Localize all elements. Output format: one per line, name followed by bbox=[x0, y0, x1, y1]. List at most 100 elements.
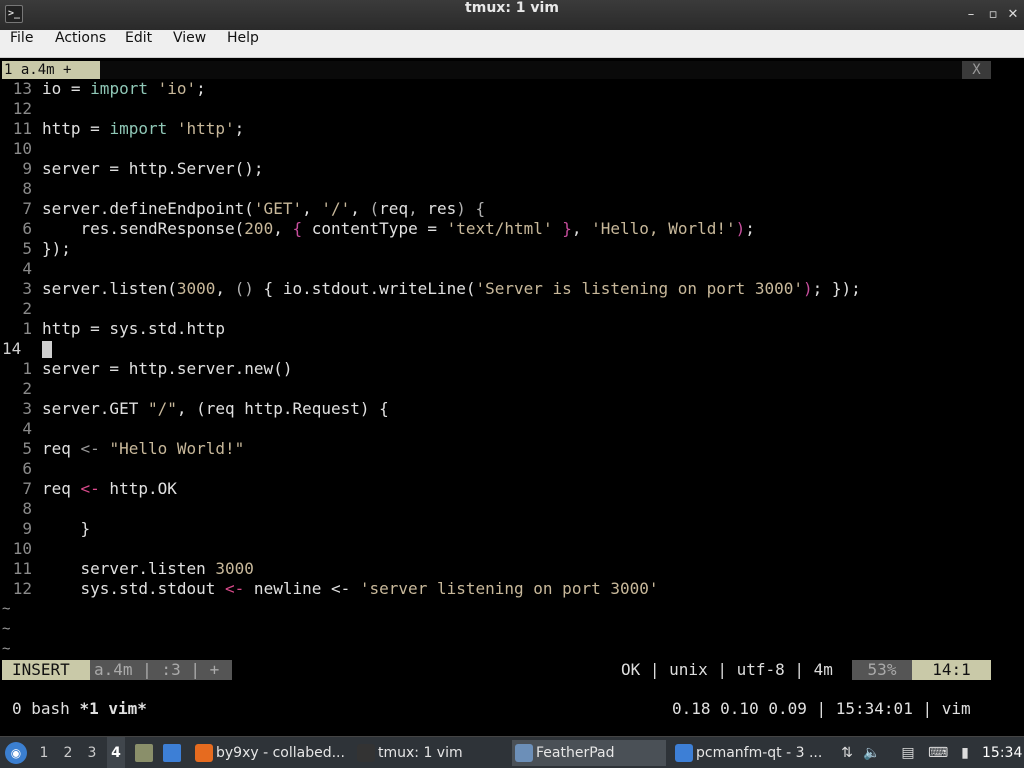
volume-icon[interactable]: 🔈 bbox=[863, 744, 881, 762]
menu-view[interactable]: View bbox=[173, 30, 206, 46]
code-line[interactable]: 12 bbox=[0, 99, 1000, 119]
text-cursor bbox=[42, 341, 52, 358]
code-line[interactable]: 13 io = import 'io'; bbox=[0, 79, 1000, 99]
taskbar-task[interactable]: tmux: 1 vim bbox=[354, 740, 504, 766]
code-line[interactable]: 10 bbox=[0, 539, 1000, 559]
code-text: } bbox=[42, 519, 91, 538]
vim-tab-close-button[interactable]: X bbox=[962, 61, 991, 79]
code-text: server.listen 3000 bbox=[42, 559, 254, 578]
empty-line-marker: ~ bbox=[2, 641, 11, 657]
code-line-current[interactable]: 14 bbox=[0, 339, 1000, 359]
code-line[interactable]: 4 bbox=[0, 419, 1000, 439]
tmux-window-list[interactable]: 0 bash *1 vim* bbox=[12, 699, 147, 719]
vim-mode-indicator: INSERT bbox=[2, 660, 90, 680]
taskbar: ◉ 1 2 3 4 by9xy - collabed... tmux: 1 vim… bbox=[0, 736, 1024, 768]
code-line[interactable]: 1 http = sys.std.http bbox=[0, 319, 1000, 339]
code-line[interactable]: 7 req <- http.OK bbox=[0, 479, 1000, 499]
taskbar-task-label: by9xy - collabed... bbox=[216, 745, 345, 761]
code-line[interactable]: 2 bbox=[0, 379, 1000, 399]
code-text: }); bbox=[42, 239, 71, 258]
show-desktop-icon[interactable] bbox=[163, 744, 181, 762]
code-line[interactable]: 5}); bbox=[0, 239, 1000, 259]
line-number: 2 bbox=[22, 379, 32, 398]
line-number: 7 bbox=[22, 479, 32, 498]
folder-icon bbox=[675, 744, 693, 762]
vim-tab-active[interactable]: 1 a.4m + bbox=[2, 61, 100, 79]
code-text: server.defineEndpoint('GET', '/', (req, … bbox=[42, 199, 486, 218]
close-icon: ✕ bbox=[1007, 7, 1019, 22]
vim-scroll-percent: 53% bbox=[852, 660, 912, 680]
line-number: 3 bbox=[22, 279, 32, 298]
code-text: server = http.Server(); bbox=[42, 159, 264, 178]
code-line[interactable]: 8 bbox=[0, 179, 1000, 199]
code-line[interactable]: 5 req <- "Hello World!" bbox=[0, 439, 1000, 459]
code-line[interactable]: 10 bbox=[0, 139, 1000, 159]
code-line[interactable]: 8 bbox=[0, 499, 1000, 519]
vim-statusline: INSERT a.4m | :3 | + OK | unix | utf-8 |… bbox=[0, 660, 1024, 680]
line-number: 1 bbox=[22, 319, 32, 338]
close-window-button[interactable]: ✕ bbox=[1004, 6, 1022, 24]
code-line[interactable]: 3 server.GET "/", (req http.Request) { bbox=[0, 399, 1000, 419]
menu-help[interactable]: Help bbox=[227, 30, 259, 46]
file-manager-launcher-icon[interactable] bbox=[135, 744, 153, 762]
vim-cursor-position: 14:1 bbox=[912, 660, 991, 680]
tmux-window-vim-active[interactable]: *1 vim* bbox=[79, 699, 146, 718]
workspace-3[interactable]: 3 bbox=[83, 737, 101, 768]
code-text: server.GET "/", (req http.Request) { bbox=[42, 399, 389, 418]
window-titlebar[interactable]: >_ tmux: 1 vim – ▫ ✕ bbox=[0, 0, 1024, 30]
terminal-area[interactable]: 1 a.4m + X 13 io = import 'io'; 12 11 http =… bbox=[0, 59, 1024, 736]
taskbar-task[interactable]: pcmanfm-qt - 3 ... bbox=[672, 740, 827, 766]
tray-app-icon[interactable]: ▮ bbox=[956, 744, 974, 762]
tmux-window-bash[interactable]: 0 bash bbox=[12, 699, 79, 718]
line-number: 10 bbox=[12, 539, 32, 558]
line-number: 12 bbox=[12, 99, 32, 118]
clock[interactable]: 15:34 bbox=[982, 737, 1022, 768]
menubar: File Actions Edit View Help bbox=[0, 30, 1024, 58]
workspace-1[interactable]: 1 bbox=[35, 737, 53, 768]
code-text: sys.std.stdout <- newline <- 'server lis… bbox=[42, 579, 659, 598]
code-line[interactable]: 6 bbox=[0, 459, 1000, 479]
start-menu-button[interactable]: ◉ bbox=[5, 742, 27, 764]
line-number: 9 bbox=[22, 159, 32, 178]
code-line[interactable]: 3 server.listen(3000, () { io.stdout.writ… bbox=[0, 279, 1000, 299]
code-line[interactable]: 11 server.listen 3000 bbox=[0, 559, 1000, 579]
line-number: 9 bbox=[22, 519, 32, 538]
code-line[interactable]: 1 server = http.server.new() bbox=[0, 359, 1000, 379]
vim-file-format-info: OK | unix | utf-8 | 4m bbox=[621, 660, 833, 679]
line-number: 10 bbox=[12, 139, 32, 158]
code-line[interactable]: 6 res.sendResponse(200, { contentType = … bbox=[0, 219, 1000, 239]
code-line[interactable]: 11 http = import 'http'; bbox=[0, 119, 1000, 139]
vim-tabline: 1 a.4m + X bbox=[0, 59, 1024, 79]
code-line[interactable]: 7 server.defineEndpoint('GET', '/', (req,… bbox=[0, 199, 1000, 219]
tmux-status-right: 0.18 0.10 0.09 | 15:34:01 | vim bbox=[672, 699, 971, 718]
empty-line-marker: ~ bbox=[2, 621, 11, 637]
menu-edit[interactable]: Edit bbox=[125, 30, 152, 46]
minimize-icon: – bbox=[967, 7, 975, 22]
line-number: 12 bbox=[12, 579, 32, 598]
terminal-icon bbox=[357, 744, 375, 762]
line-number: 5 bbox=[22, 239, 32, 258]
code-text: http = import 'http'; bbox=[42, 119, 245, 138]
tmux-status-bar: 0 bash *1 vim* 0.18 0.10 0.09 | 15:34:01… bbox=[0, 699, 1024, 719]
keyboard-icon[interactable]: ⌨ bbox=[928, 744, 948, 762]
taskbar-task[interactable]: by9xy - collabed... bbox=[192, 740, 347, 766]
minimize-button[interactable]: – bbox=[962, 6, 980, 24]
code-line[interactable]: 9 server = http.Server(); bbox=[0, 159, 1000, 179]
menu-actions[interactable]: Actions bbox=[55, 30, 106, 46]
taskbar-task-label: tmux: 1 vim bbox=[378, 745, 463, 761]
workspace-4[interactable]: 4 bbox=[107, 737, 125, 768]
clipboard-icon[interactable]: ▤ bbox=[899, 744, 917, 762]
restore-button[interactable]: ▫ bbox=[984, 6, 1002, 24]
taskbar-task[interactable]: FeatherPad bbox=[512, 740, 666, 766]
code-line[interactable]: 4 bbox=[0, 259, 1000, 279]
network-icon[interactable]: ⇅ bbox=[838, 744, 856, 762]
menu-file[interactable]: File bbox=[10, 30, 33, 46]
line-number: 5 bbox=[22, 439, 32, 458]
restore-icon: ▫ bbox=[988, 7, 998, 22]
code-line[interactable]: 2 bbox=[0, 299, 1000, 319]
code-line[interactable]: 12 sys.std.stdout <- newline <- 'server … bbox=[0, 579, 1000, 599]
code-line[interactable]: 9 } bbox=[0, 519, 1000, 539]
workspace-2[interactable]: 2 bbox=[59, 737, 77, 768]
window-title: tmux: 1 vim bbox=[465, 0, 559, 16]
line-number: 6 bbox=[22, 219, 32, 238]
